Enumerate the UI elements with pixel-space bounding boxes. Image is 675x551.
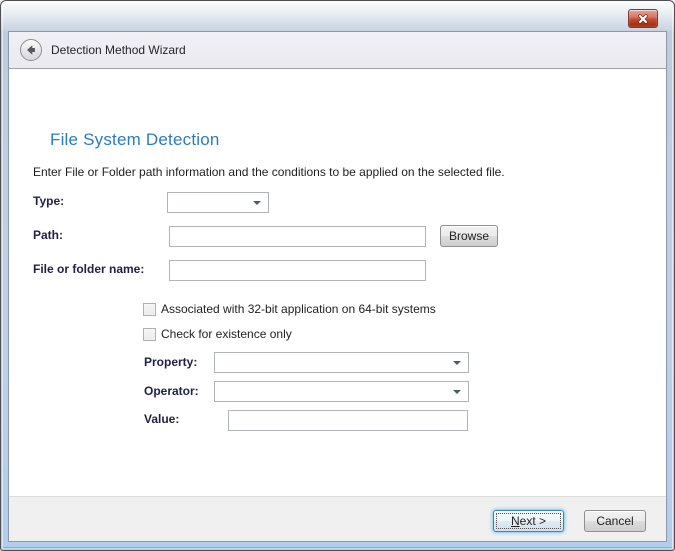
next-button-accesskey: N: [511, 514, 520, 528]
type-dropdown-value: [172, 193, 250, 212]
path-input[interactable]: [169, 226, 426, 247]
detection-method-wizard-window: Detection Method Wizard File System Dete…: [0, 0, 675, 551]
back-button[interactable]: [20, 39, 42, 61]
page-description: Enter File or Folder path information an…: [33, 165, 505, 179]
browse-button[interactable]: Browse: [440, 225, 498, 247]
arrow-left-icon: [24, 43, 38, 57]
footer-button-bar: Next > Cancel: [9, 496, 666, 541]
value-input[interactable]: [228, 410, 468, 431]
chevron-down-icon: [453, 390, 461, 394]
close-button[interactable]: [628, 9, 658, 28]
page-content: File System Detection Enter File or Fold…: [9, 70, 666, 496]
wizard-title: Detection Method Wizard: [51, 32, 186, 69]
checkbox-existence-only[interactable]: [143, 328, 156, 341]
close-icon: [637, 14, 649, 24]
operator-dropdown-value: [219, 382, 450, 401]
path-label: Path:: [33, 228, 63, 243]
property-dropdown-value: [219, 353, 450, 372]
type-label: Type:: [33, 194, 64, 209]
operator-label: Operator:: [144, 384, 199, 399]
page-title: File System Detection: [50, 130, 220, 150]
file-folder-name-input[interactable]: [169, 260, 426, 281]
cancel-button[interactable]: Cancel: [584, 510, 646, 532]
checkbox-32bit[interactable]: [143, 303, 156, 316]
value-label: Value:: [144, 412, 179, 427]
dialog-client-area: Detection Method Wizard File System Dete…: [8, 31, 667, 542]
property-dropdown[interactable]: [214, 352, 469, 373]
chevron-down-icon: [253, 201, 261, 205]
chevron-down-icon: [453, 361, 461, 365]
next-button-label-rest: ext >: [520, 514, 546, 528]
type-dropdown[interactable]: [167, 192, 269, 213]
property-label: Property:: [144, 355, 197, 370]
next-button[interactable]: Next >: [493, 510, 564, 532]
checkbox-existence-only-label: Check for existence only: [161, 327, 292, 342]
window-frame-shine: [3, 547, 672, 549]
checkbox-32bit-label: Associated with 32-bit application on 64…: [161, 302, 436, 317]
wizard-header: Detection Method Wizard: [9, 32, 666, 69]
file-folder-name-label: File or folder name:: [33, 262, 144, 277]
operator-dropdown[interactable]: [214, 381, 469, 402]
